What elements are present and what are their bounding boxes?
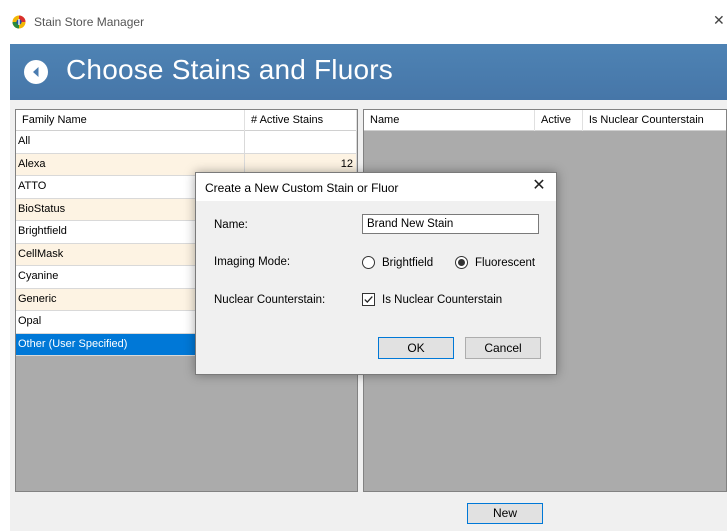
back-arrow-icon (33, 67, 39, 77)
active-stains-cell (245, 131, 357, 153)
window-close-button[interactable]: ✕ (713, 10, 727, 30)
back-button[interactable] (24, 60, 48, 84)
window-titlebar: Stain Store Manager ✕ (0, 0, 727, 44)
column-header-active[interactable]: Active (535, 110, 583, 131)
new-button[interactable]: New (467, 503, 543, 524)
page-title: Choose Stains and Fluors (66, 54, 393, 85)
brightfield-radio[interactable] (362, 256, 375, 269)
dialog-title: Create a New Custom Stain or Fluor (205, 181, 399, 195)
column-header-name[interactable]: Name (364, 110, 536, 131)
name-label: Name: (214, 219, 248, 231)
family-name-cell: All (16, 131, 245, 153)
column-header-active-stains[interactable]: # Active Stains (245, 110, 357, 131)
window-title: Stain Store Manager (34, 15, 145, 29)
stain-grid-header: Name Active Is Nuclear Counterstain (364, 110, 726, 131)
cancel-button[interactable]: Cancel (465, 337, 541, 359)
checkmark-icon (364, 296, 373, 304)
create-stain-dialog: Create a New Custom Stain or Fluor ✕ Nam… (195, 172, 557, 375)
dialog-close-button[interactable]: ✕ (531, 177, 547, 195)
column-header-nuclear-counterstain[interactable]: Is Nuclear Counterstain (583, 110, 726, 131)
imaging-mode-label: Imaging Mode: (214, 256, 291, 268)
nuclear-counterstain-checkbox-label[interactable]: Is Nuclear Counterstain (382, 294, 502, 306)
column-header-family-name[interactable]: Family Name (16, 110, 245, 131)
family-row[interactable]: All (16, 131, 357, 154)
fluorescent-radio-label[interactable]: Fluorescent (475, 257, 535, 269)
brightfield-radio-label[interactable]: Brightfield (382, 257, 433, 269)
stain-name-input[interactable] (362, 214, 539, 234)
dialog-titlebar: Create a New Custom Stain or Fluor ✕ (196, 173, 556, 201)
ok-button[interactable]: OK (378, 337, 454, 359)
nuclear-counterstain-checkbox[interactable] (362, 293, 375, 306)
family-grid-header: Family Name # Active Stains (16, 110, 357, 131)
fluorescent-radio[interactable] (455, 256, 468, 269)
page-header: Choose Stains and Fluors (10, 44, 727, 100)
app-logo-icon (12, 15, 26, 29)
nuclear-counterstain-label: Nuclear Counterstain: (214, 294, 326, 306)
